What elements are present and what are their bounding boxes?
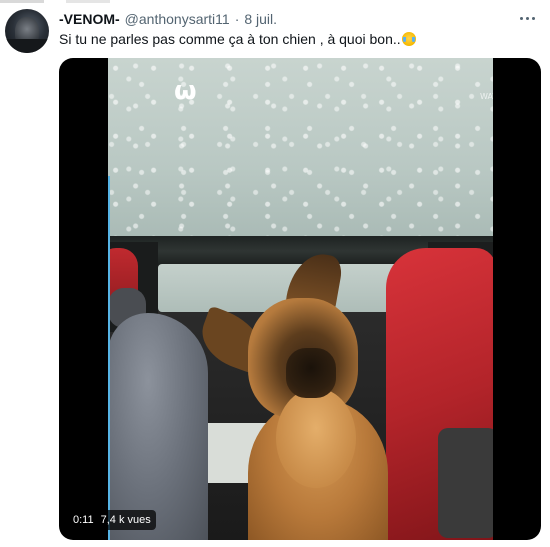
video-time-badge: 0:11 7,4 k vues xyxy=(68,510,156,530)
tweet-header: -VENOM- @anthonysarti11 · 8 juil. xyxy=(59,9,277,29)
more-horizontal-icon[interactable] xyxy=(516,8,538,28)
avatar-shadow xyxy=(5,39,49,53)
video-time: 0:11 xyxy=(73,514,94,526)
more-dot xyxy=(525,16,529,20)
separator-dot: · xyxy=(234,11,240,27)
video-player[interactable]: ω WATCHIDS 0:11 7,4 k vues xyxy=(59,58,541,540)
more-dot xyxy=(519,16,523,20)
tweet[interactable]: -VENOM- @anthonysarti11 · 8 juil. Si tu … xyxy=(0,0,550,547)
seat-detail xyxy=(438,428,493,538)
brand-logo-icon: ω xyxy=(174,76,197,106)
video-frame[interactable]: ω WATCHIDS xyxy=(108,58,493,540)
person-arm xyxy=(108,313,208,540)
sunroof-sky xyxy=(108,58,493,242)
video-views: 7,4 k vues xyxy=(100,514,151,526)
dog-snout xyxy=(286,348,336,398)
user-handle[interactable]: @anthonysarti11 xyxy=(125,11,230,27)
dog-chest xyxy=(276,388,356,488)
display-name[interactable]: -VENOM- xyxy=(59,11,120,27)
laughing-emoji-icon xyxy=(401,32,416,46)
tweet-text: Si tu ne parles pas comme ça à ton chien… xyxy=(59,31,416,47)
tweet-text-content: Si tu ne parles pas comme ça à ton chien… xyxy=(59,31,401,47)
watermark: WATCHIDS xyxy=(480,92,493,101)
more-dot xyxy=(531,16,535,20)
avatar[interactable] xyxy=(5,9,49,53)
tweet-date[interactable]: 8 juil. xyxy=(244,11,277,27)
video-progress-line xyxy=(108,176,110,540)
